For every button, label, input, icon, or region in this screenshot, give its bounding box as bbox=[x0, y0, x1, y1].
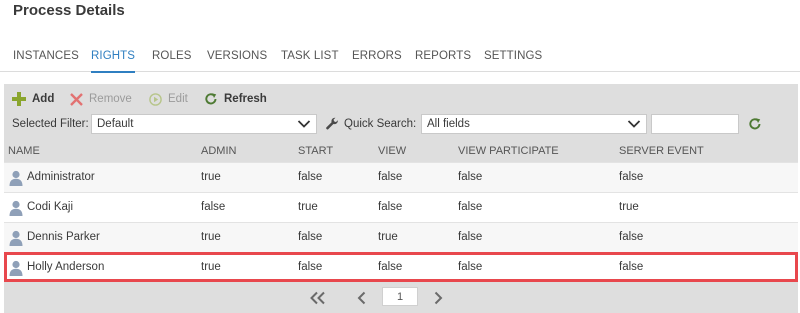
cell-name: Holly Anderson bbox=[27, 261, 105, 273]
quick-search-label: Quick Search: bbox=[344, 118, 417, 130]
cell-start: true bbox=[298, 201, 318, 213]
column-header-admin[interactable]: ADMIN bbox=[201, 145, 236, 157]
page-title: Process Details bbox=[13, 2, 125, 19]
tab-roles[interactable]: ROLES bbox=[152, 48, 192, 72]
chevron-left-icon bbox=[357, 291, 366, 305]
cell-view: true bbox=[378, 231, 398, 243]
cell-admin: true bbox=[201, 231, 221, 243]
cell-server-event: false bbox=[619, 231, 644, 243]
tab-reports[interactable]: REPORTS bbox=[415, 48, 471, 72]
refresh-button-label: Refresh bbox=[224, 93, 267, 105]
remove-button[interactable]: Remove bbox=[70, 91, 132, 107]
add-button[interactable]: Add bbox=[12, 91, 54, 107]
cell-admin: true bbox=[201, 261, 221, 273]
rights-panel: Add Remove Edit Refresh Selected Filter: bbox=[4, 84, 798, 313]
cell-name: Codi Kaji bbox=[27, 201, 74, 213]
refresh-icon bbox=[205, 93, 217, 105]
quick-search-field-select[interactable]: All fields bbox=[421, 114, 647, 134]
wrench-icon bbox=[326, 117, 338, 130]
play-circle-icon bbox=[149, 92, 162, 106]
cell-admin: true bbox=[201, 171, 221, 183]
next-page-button[interactable] bbox=[428, 289, 448, 307]
remove-button-label: Remove bbox=[89, 93, 132, 105]
table-row[interactable]: Administrator true false false false fal… bbox=[4, 162, 798, 192]
cell-admin: false bbox=[201, 201, 226, 213]
cell-name: Dennis Parker bbox=[27, 231, 100, 243]
pager: 1 bbox=[4, 284, 798, 313]
user-icon bbox=[9, 170, 23, 186]
column-header-view-participate[interactable]: VIEW PARTICIPATE bbox=[458, 145, 559, 157]
selected-filter-label: Selected Filter: bbox=[12, 118, 89, 130]
add-button-label: Add bbox=[32, 93, 55, 105]
previous-page-button[interactable] bbox=[352, 289, 372, 307]
cell-start: false bbox=[298, 261, 323, 273]
search-refresh-icon[interactable] bbox=[748, 117, 762, 131]
grid-header: NAME ADMIN START VIEW VIEW PARTICIPATE S… bbox=[4, 140, 798, 162]
user-icon bbox=[9, 200, 23, 216]
user-icon bbox=[9, 230, 23, 246]
cell-view-participate: false bbox=[458, 261, 483, 273]
edit-button[interactable]: Edit bbox=[149, 91, 188, 107]
close-icon bbox=[70, 92, 83, 106]
tab-instances[interactable]: INSTANCES bbox=[13, 48, 79, 72]
column-header-name[interactable]: NAME bbox=[8, 145, 40, 157]
refresh-button[interactable]: Refresh bbox=[204, 91, 267, 107]
cell-name: Administrator bbox=[27, 171, 95, 183]
quick-search-field-value: All fields bbox=[427, 118, 470, 130]
cell-view: false bbox=[378, 201, 403, 213]
first-page-button[interactable] bbox=[308, 289, 328, 307]
table-row[interactable]: Dennis Parker true false true false fals… bbox=[4, 222, 798, 252]
tab-errors[interactable]: ERRORS bbox=[352, 48, 402, 72]
column-header-server-event[interactable]: SERVER EVENT bbox=[619, 145, 704, 157]
tab-versions[interactable]: VERSIONS bbox=[207, 48, 267, 72]
quick-search-input[interactable] bbox=[651, 114, 739, 134]
user-icon bbox=[9, 260, 23, 276]
column-header-view[interactable]: VIEW bbox=[378, 145, 406, 157]
tab-task-list[interactable]: TASK LIST bbox=[281, 48, 339, 72]
cell-server-event: false bbox=[619, 171, 644, 183]
cell-view-participate: false bbox=[458, 231, 483, 243]
chevron-right-icon bbox=[434, 291, 443, 305]
plus-icon bbox=[12, 92, 26, 106]
double-chevron-left-icon bbox=[310, 291, 325, 305]
selected-filter-value: Default bbox=[97, 118, 134, 130]
cell-view-participate: false bbox=[458, 201, 483, 213]
tab-bar: INSTANCES RIGHTS ROLES VERSIONS TASK LIS… bbox=[0, 48, 800, 73]
rights-grid: NAME ADMIN START VIEW VIEW PARTICIPATE S… bbox=[4, 140, 798, 282]
page-number-input[interactable]: 1 bbox=[382, 287, 418, 306]
cell-start: false bbox=[298, 171, 323, 183]
table-row-highlighted[interactable]: Holly Anderson true false false false fa… bbox=[4, 252, 798, 282]
cell-start: false bbox=[298, 231, 323, 243]
table-row[interactable]: Codi Kaji false true false false true bbox=[4, 192, 798, 222]
chevron-down-icon bbox=[297, 120, 311, 128]
cell-view: false bbox=[378, 171, 403, 183]
chevron-down-icon bbox=[627, 120, 641, 128]
selected-filter-select[interactable]: Default bbox=[91, 114, 317, 134]
filter-row: Selected Filter: Default Quick Search: A… bbox=[4, 113, 798, 135]
cell-view-participate: false bbox=[458, 171, 483, 183]
cell-server-event: true bbox=[619, 201, 639, 213]
edit-button-label: Edit bbox=[168, 93, 188, 105]
tab-rights[interactable]: RIGHTS bbox=[91, 48, 136, 73]
tab-settings[interactable]: SETTINGS bbox=[484, 48, 542, 72]
column-header-start[interactable]: START bbox=[298, 145, 333, 157]
cell-server-event: false bbox=[619, 261, 644, 273]
cell-view: false bbox=[378, 261, 403, 273]
toolbar: Add Remove Edit Refresh bbox=[4, 84, 798, 112]
